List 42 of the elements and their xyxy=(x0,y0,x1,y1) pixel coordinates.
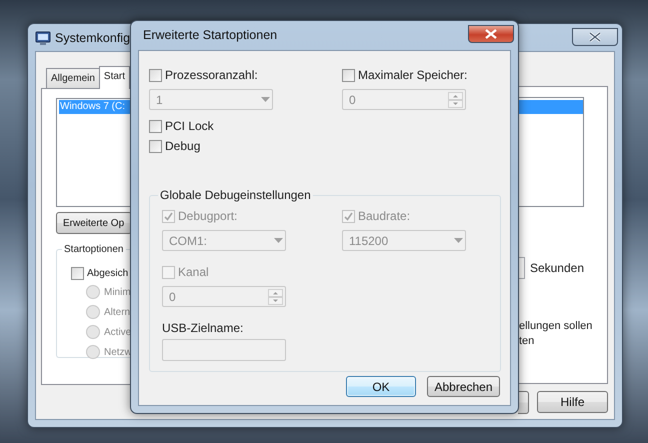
radio-label: Altern xyxy=(104,306,130,318)
checkbox-label: Debug xyxy=(165,139,200,153)
caret-icon xyxy=(274,238,283,243)
group-title: Startoptionen xyxy=(63,244,124,255)
note-text: ellungen sollen xyxy=(519,319,594,334)
monitor-icon xyxy=(35,30,51,46)
caret-icon xyxy=(454,238,463,243)
checkbox-label: Kanal xyxy=(178,265,209,279)
field-label: USB-Zielname: xyxy=(162,321,244,335)
checkbox-label: Baudrate: xyxy=(358,209,410,223)
checkbox-label: Maximaler Speicher: xyxy=(358,68,468,82)
checkbox-label: Abgesich xyxy=(87,268,128,278)
partial-input-field[interactable] xyxy=(519,257,525,279)
close-button[interactable] xyxy=(572,28,618,46)
close-icon xyxy=(485,29,497,39)
note-text: ten xyxy=(519,334,536,349)
spin-arrows-icon xyxy=(448,92,463,108)
radio-label: Minim xyxy=(104,286,131,298)
checkbox-label: Prozessoranzahl: xyxy=(165,68,258,82)
tab[interactable]: Start xyxy=(98,66,130,89)
unit-label: Sekunden xyxy=(530,261,584,275)
cancel-button[interactable]: Abbrechen xyxy=(427,376,500,397)
checkbox-label: PCI Lock xyxy=(165,119,214,133)
help-button[interactable]: Hilfe xyxy=(537,391,608,413)
radio-label: Active xyxy=(104,326,132,338)
checkbox[interactable] xyxy=(149,140,162,152)
ok-button[interactable]: OK xyxy=(346,376,416,397)
dialog-title: Erweiterte Startoptionen xyxy=(142,28,278,42)
checkbox[interactable] xyxy=(342,68,355,82)
checkbox[interactable] xyxy=(71,266,84,280)
close-button[interactable] xyxy=(468,25,514,43)
caret-icon xyxy=(261,97,270,102)
group-title: Globale Debugeinstellungen xyxy=(159,188,312,202)
spin-arrows-icon xyxy=(268,288,283,304)
partial-button[interactable] xyxy=(518,391,529,414)
checkbox[interactable] xyxy=(149,68,162,82)
window-title: Systemkonfig xyxy=(55,30,130,44)
checkbox-label: Debugport: xyxy=(178,209,238,223)
advanced-options-button[interactable]: Erweiterte Op xyxy=(56,212,132,234)
close-icon xyxy=(589,32,601,42)
checkbox[interactable] xyxy=(149,120,162,132)
tab[interactable]: Allgemein xyxy=(46,68,100,88)
